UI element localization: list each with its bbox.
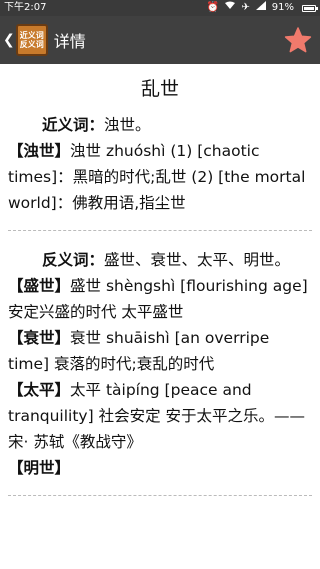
status-bar: 下午2:07 ⏰ ✈ 91% bbox=[0, 0, 320, 16]
app-logo: 近义词 反义词 bbox=[15, 24, 48, 56]
wifi-icon bbox=[225, 0, 236, 16]
synonym-entry: 【浊世】浊世 zhuóshì (1) [chaotic times]：黑暗的时代… bbox=[8, 138, 312, 216]
word-title: 乱世 bbox=[140, 78, 179, 100]
favorite-button[interactable] bbox=[284, 26, 312, 54]
airplane-icon: ✈ bbox=[241, 2, 250, 13]
synonyms-value: 浊世。 bbox=[104, 116, 151, 134]
antonyms-value: 盛世、衰世、太平、明世。 bbox=[104, 251, 291, 269]
entry-head: 【盛世】 bbox=[8, 277, 71, 295]
back-arrow-icon: ❮ bbox=[3, 32, 15, 48]
synonyms-section: 近义词：浊世。 【浊世】浊世 zhuóshì (1) [chaotic time… bbox=[0, 112, 320, 216]
logo-line2: 反义词 bbox=[19, 40, 44, 49]
entry-head: 【浊世】 bbox=[8, 142, 71, 160]
section-divider bbox=[8, 230, 312, 231]
synonyms-label: 近义词： bbox=[42, 116, 105, 134]
back-button[interactable]: ❮ 近义词 反义词 bbox=[0, 16, 48, 64]
alarm-icon: ⏰ bbox=[206, 2, 220, 13]
page-title: 详情 bbox=[53, 32, 86, 51]
detail-content: 乱世 近义词：浊世。 【浊世】浊世 zhuóshì (1) [chaotic t… bbox=[0, 64, 320, 569]
status-time: 下午2:07 bbox=[4, 2, 47, 13]
star-icon bbox=[284, 27, 312, 53]
battery-icon bbox=[302, 4, 318, 12]
status-icons: ⏰ ✈ 91% bbox=[206, 0, 318, 16]
app-bar: ❮ 近义词 反义词 详情 bbox=[0, 16, 320, 64]
entry-head: 【明世】 bbox=[8, 459, 71, 477]
logo-line1: 近义词 bbox=[19, 31, 44, 40]
entry-head: 【衰世】 bbox=[8, 329, 71, 347]
antonyms-line: 反义词：盛世、衰世、太平、明世。 bbox=[8, 247, 312, 273]
antonyms-label: 反义词： bbox=[42, 251, 105, 269]
antonym-entry: 【明世】 bbox=[8, 455, 312, 481]
antonym-entry: 【太平】太平 tàipíng [peace and tranquility] 社… bbox=[8, 377, 312, 455]
battery-percent: 91% bbox=[271, 2, 294, 13]
antonyms-section: 反义词：盛世、衰世、太平、明世。 【盛世】盛世 shèngshì [flouri… bbox=[0, 247, 320, 481]
synonyms-line: 近义词：浊世。 bbox=[8, 112, 312, 138]
section-divider bbox=[8, 495, 312, 496]
signal-icon bbox=[255, 0, 266, 16]
antonym-entry: 【盛世】盛世 shèngshì [flourishing age] 安定兴盛的时… bbox=[8, 273, 312, 325]
antonym-entry: 【衰世】衰世 shuāishì [an overripe time] 衰落的时代… bbox=[8, 325, 312, 377]
entry-head: 【太平】 bbox=[8, 381, 71, 399]
